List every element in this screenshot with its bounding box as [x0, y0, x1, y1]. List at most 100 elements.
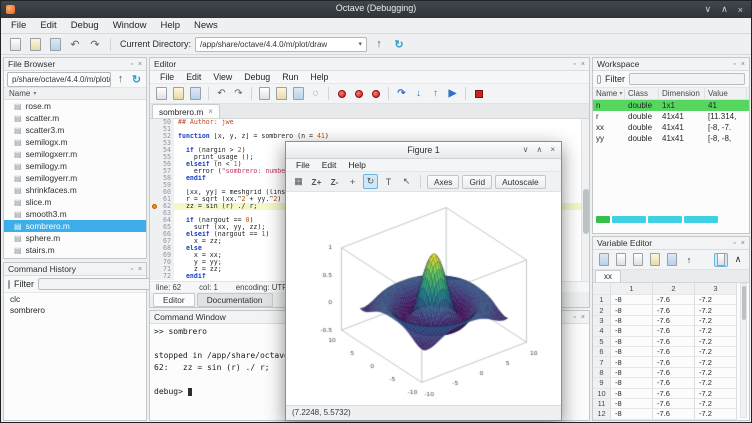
ve-cell[interactable]: -7.6	[653, 337, 695, 347]
ve-cell[interactable]: -8	[611, 378, 653, 388]
menu-file[interactable]: File	[4, 19, 33, 32]
minimize-icon[interactable]: ∨	[523, 145, 529, 154]
save-file-icon[interactable]	[47, 36, 63, 52]
file-item[interactable]: ▤semilogx.m	[4, 136, 146, 148]
ve-cell[interactable]: -7.2	[695, 389, 737, 399]
close-icon[interactable]: ×	[741, 240, 745, 247]
paste-icon[interactable]	[291, 86, 306, 101]
plot-variable-icon[interactable]	[665, 253, 679, 267]
tab-editor[interactable]: Editor	[153, 293, 195, 307]
ve-cell[interactable]: -8	[611, 326, 653, 336]
workspace-column-header[interactable]: Name▾	[593, 88, 625, 99]
menu-edit[interactable]: Edit	[33, 19, 63, 32]
code-line[interactable]: 50## Author: jwe	[150, 119, 581, 126]
editor-menu-run[interactable]: Run	[276, 72, 304, 82]
ve-cell[interactable]: -7.2	[695, 295, 737, 305]
ve-row-header[interactable]: 3	[593, 316, 611, 326]
ve-row-header[interactable]: 4	[593, 326, 611, 336]
variable-editor-titlebar[interactable]: Variable Editor ▫ ×	[593, 237, 749, 250]
step-in-icon[interactable]: ↓	[411, 86, 426, 101]
new-script-icon[interactable]	[7, 36, 23, 52]
file-browser-name-header[interactable]: Name ▾	[4, 88, 146, 100]
file-item[interactable]: ▤shrinkfaces.m	[4, 184, 146, 196]
editor-scrollbar[interactable]	[581, 119, 589, 281]
ve-cell[interactable]: -7.6	[653, 347, 695, 357]
menu-window[interactable]: Window	[106, 19, 154, 32]
ve-cell[interactable]: -8	[611, 337, 653, 347]
select-tool-icon[interactable]: ↖	[399, 174, 414, 189]
undock-icon[interactable]: ▫	[130, 61, 132, 68]
file-item[interactable]: ▤semilogxerr.m	[4, 148, 146, 160]
ve-cell[interactable]: -7.2	[695, 378, 737, 388]
text-tool-icon[interactable]: T	[381, 174, 396, 189]
workspace-filter-input[interactable]	[629, 73, 745, 85]
workspace-row[interactable]: ndouble1x141	[593, 100, 749, 111]
code-line[interactable]: 51	[150, 126, 581, 133]
file-item[interactable]: ▤sphere.m	[4, 232, 146, 244]
ve-cell[interactable]: -7.2	[695, 368, 737, 378]
ve-row-header[interactable]: 7	[593, 357, 611, 367]
editor-menu-edit[interactable]: Edit	[180, 72, 207, 82]
current-pane-icon[interactable]	[714, 253, 728, 267]
close-icon[interactable]: ×	[550, 145, 555, 154]
ve-cell[interactable]: -8	[611, 409, 653, 419]
toggle-breakpoint-icon[interactable]	[334, 86, 349, 101]
ve-cell[interactable]: -7.2	[695, 316, 737, 326]
ve-cell[interactable]: -8	[611, 389, 653, 399]
ve-row-header[interactable]: 10	[593, 389, 611, 399]
one-directory-up-icon[interactable]: ↑	[114, 71, 127, 87]
workspace-row[interactable]: rdouble41x41[11.314,	[593, 111, 749, 122]
file-item[interactable]: ▤sombrero.m	[4, 220, 146, 232]
scrollbar-thumb[interactable]	[583, 189, 589, 234]
ve-cell[interactable]: -7.6	[653, 316, 695, 326]
figure-menu-edit[interactable]: Edit	[316, 160, 343, 170]
ve-cell[interactable]: -7.6	[653, 326, 695, 336]
workspace-column-header[interactable]: Class	[625, 88, 659, 99]
directory-up-icon[interactable]: ↑	[371, 36, 387, 52]
ve-row-header[interactable]: 1	[593, 295, 611, 305]
ve-cell[interactable]: -7.6	[653, 357, 695, 367]
editor-menu-view[interactable]: View	[207, 72, 238, 82]
current-directory-combo[interactable]: /app/share/octave/4.4.0/m/plot/draw ▾	[195, 37, 367, 52]
filter-checkbox[interactable]	[8, 280, 10, 289]
ve-column-header[interactable]: 3	[695, 283, 737, 295]
history-filter-input[interactable]	[38, 278, 154, 290]
zoom-out-button[interactable]: Z-	[327, 174, 342, 189]
save-variable-icon[interactable]	[597, 253, 611, 267]
maximize-icon[interactable]: ∧	[536, 145, 542, 154]
maximize-icon[interactable]: ∧	[721, 4, 728, 15]
ve-cell[interactable]: -7.2	[695, 347, 737, 357]
ve-cell[interactable]: -7.6	[653, 378, 695, 388]
axes-button[interactable]: Axes	[427, 175, 459, 189]
ve-cell[interactable]: -8	[611, 305, 653, 315]
history-item[interactable]: clc	[4, 293, 146, 304]
ve-row-header[interactable]: 11	[593, 399, 611, 409]
ve-cell[interactable]: -7.6	[653, 305, 695, 315]
variable-editor-scrollbar[interactable]	[740, 283, 747, 418]
new-file-icon[interactable]	[154, 86, 169, 101]
undo-icon[interactable]: ↶	[214, 86, 229, 101]
browse-directory-icon[interactable]: ↻	[391, 36, 407, 52]
close-icon[interactable]: ×	[138, 266, 142, 273]
ve-cell[interactable]: -7.6	[653, 389, 695, 399]
editor-tab-sombrero[interactable]: sombrero.m ×	[152, 104, 220, 118]
zoom-in-button[interactable]: Z+	[309, 174, 324, 189]
grid-tool-icon[interactable]: ▦	[291, 174, 306, 189]
workspace-column-header[interactable]: Value	[705, 88, 747, 99]
ve-cell[interactable]: -8	[611, 347, 653, 357]
workspace-row[interactable]: yydouble41x41[-8, -8,	[593, 133, 749, 144]
paste-icon[interactable]	[648, 253, 662, 267]
editor-menu-file[interactable]: File	[154, 72, 180, 82]
up-level-icon[interactable]: ↑	[682, 253, 696, 267]
menu-debug[interactable]: Debug	[64, 19, 106, 32]
rotate-tool-icon[interactable]: ↻	[363, 174, 378, 189]
figure-window[interactable]: Figure 1 ∨ ∧ × FileEditHelp ▦ Z+ Z- + ↻ …	[285, 141, 562, 421]
previous-breakpoint-icon[interactable]	[368, 86, 383, 101]
ve-row-header[interactable]: 2	[593, 305, 611, 315]
minimize-icon[interactable]: ∨	[705, 4, 712, 15]
expand-pane-icon[interactable]: ∧	[731, 253, 745, 267]
close-tab-icon[interactable]: ×	[208, 107, 213, 116]
undo-icon[interactable]: ↶	[67, 36, 83, 52]
undock-icon[interactable]: ▫	[733, 240, 735, 247]
ve-row-header[interactable]: 8	[593, 368, 611, 378]
